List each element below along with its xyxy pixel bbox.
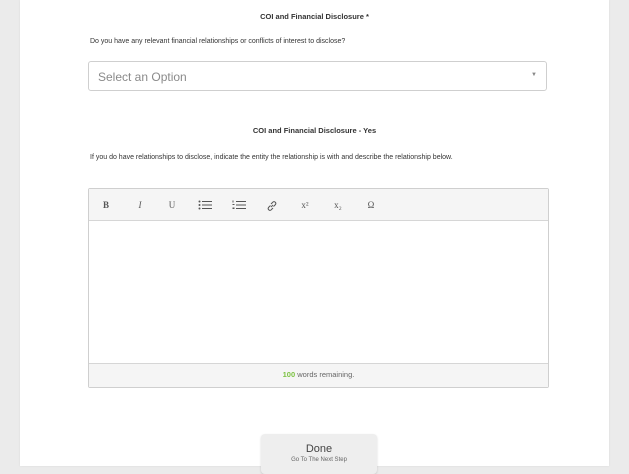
bulleted-list-icon (198, 200, 212, 210)
editor-toolbar: B I U x² x₂ Ω (89, 189, 548, 221)
disclosure-editor: B I U x² x₂ Ω 100 words remaining. (88, 188, 549, 388)
disclosure-textarea[interactable] (89, 221, 548, 365)
word-count-bar: 100 words remaining. (89, 363, 548, 387)
coi-yes-heading: COI and Financial Disclosure - Yes (252, 126, 377, 135)
chevron-down-icon: ▼ (531, 72, 537, 78)
words-remaining-number: 100 (282, 370, 296, 379)
done-button-sublabel: Go To The Next Step (291, 457, 347, 463)
bold-button[interactable]: B (97, 197, 115, 213)
subscript-button[interactable]: x₂ (329, 197, 347, 213)
coi-heading: COI and Financial Disclosure * (260, 12, 369, 21)
special-character-button[interactable]: Ω (362, 197, 380, 213)
numbered-list-button[interactable] (230, 197, 248, 213)
link-button[interactable] (263, 197, 281, 213)
link-icon (267, 201, 277, 211)
form-card: COI and Financial Disclosure * Do you ha… (20, 0, 609, 474)
numbered-list-icon (232, 200, 246, 209)
italic-button[interactable]: I (131, 197, 149, 213)
words-remaining-label: words remaining. (295, 370, 355, 379)
coi-question: Do you have any relevant financial relat… (90, 38, 346, 45)
coi-select[interactable]: Select an Option ▼ (88, 61, 547, 91)
superscript-button[interactable]: x² (296, 197, 314, 213)
underline-button[interactable]: U (163, 197, 181, 213)
done-button[interactable]: Done Go To The Next Step (261, 434, 377, 474)
coi-yes-instruction: If you do have relationships to disclose… (90, 154, 453, 161)
bulleted-list-button[interactable] (196, 197, 214, 213)
coi-select-value: Select an Option (98, 70, 187, 84)
done-button-label: Done (305, 443, 333, 455)
